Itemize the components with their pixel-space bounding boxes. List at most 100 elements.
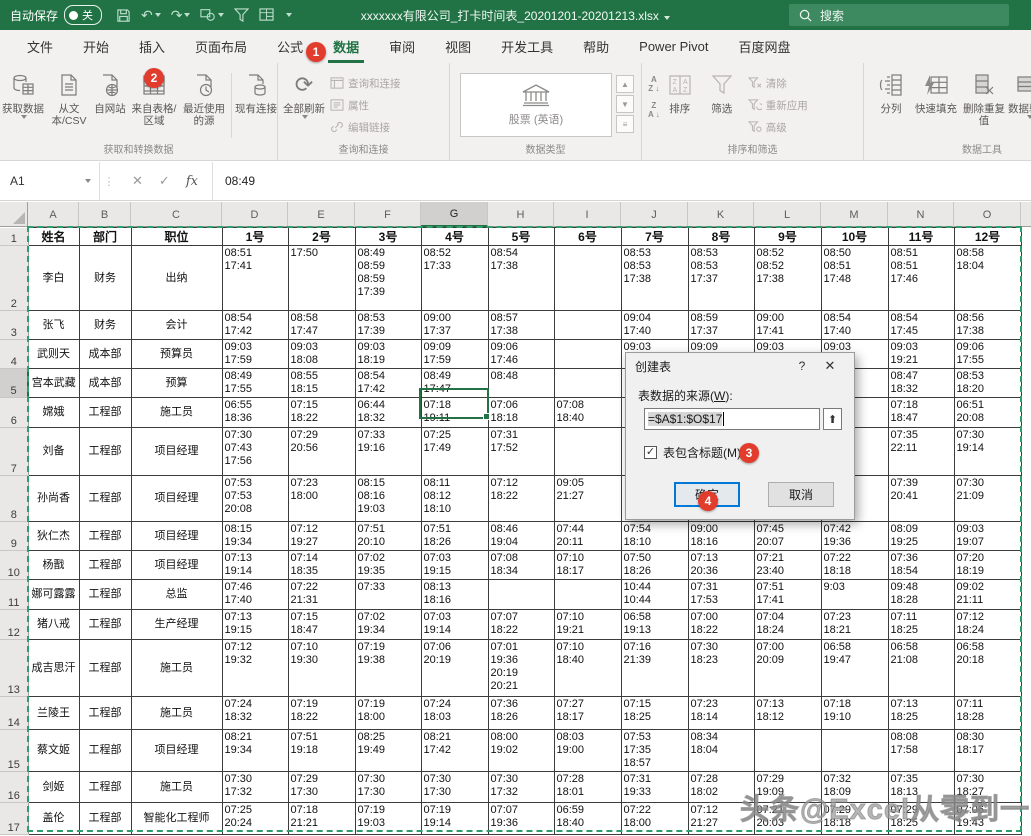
- cell-H4[interactable]: 09:0617:46: [488, 340, 554, 369]
- cell-G10[interactable]: 07:0319:15: [421, 551, 488, 580]
- cell-D7[interactable]: 07:3007:4317:56: [222, 428, 288, 476]
- row-header-5[interactable]: 5: [0, 369, 28, 398]
- column-header-O[interactable]: O: [954, 202, 1021, 227]
- close-icon[interactable]: ✕: [815, 358, 845, 374]
- column-header-L[interactable]: L: [754, 202, 821, 227]
- checkbox-checked-icon[interactable]: ✓: [644, 446, 657, 459]
- cell-F15[interactable]: 08:2519:49: [355, 730, 421, 772]
- search-input[interactable]: 搜索: [789, 4, 1009, 26]
- dept-cell-B13[interactable]: 工程部: [79, 640, 131, 697]
- header-cell-B1[interactable]: 部门: [79, 228, 131, 246]
- cell-K9[interactable]: 09:0018:16: [688, 522, 754, 551]
- cell-J2[interactable]: 08:5308:5317:38: [621, 246, 688, 311]
- name-cell-A17[interactable]: 盖伦: [28, 803, 79, 835]
- cell-N5[interactable]: 08:4718:32: [888, 369, 954, 398]
- filter-icon[interactable]: [234, 8, 249, 22]
- cell-J12[interactable]: 06:5819:13: [621, 610, 688, 640]
- from-table-range-button[interactable]: 来自表格/区域 2: [128, 67, 180, 127]
- column-header-G[interactable]: G: [421, 202, 488, 227]
- cell-K12[interactable]: 07:0018:22: [688, 610, 754, 640]
- row-header-8[interactable]: 8: [0, 476, 28, 522]
- cell-D9[interactable]: 08:1519:34: [222, 522, 288, 551]
- cell-G7[interactable]: 07:2517:49: [421, 428, 488, 476]
- cell-O6[interactable]: 06:5120:08: [954, 398, 1021, 428]
- cell-M17[interactable]: 07:2918:18: [821, 803, 888, 835]
- cell-H3[interactable]: 08:5717:38: [488, 311, 554, 340]
- cell-H11[interactable]: [488, 580, 554, 610]
- cell-E14[interactable]: 07:1918:22: [288, 697, 355, 730]
- cell-M9[interactable]: 07:4219:36: [821, 522, 888, 551]
- dept-cell-B8[interactable]: 工程部: [79, 476, 131, 522]
- queries-connections-button[interactable]: 查询和连接: [330, 73, 401, 93]
- name-cell-A10[interactable]: 杨戬: [28, 551, 79, 580]
- column-header-K[interactable]: K: [688, 202, 754, 227]
- name-box[interactable]: A1: [0, 162, 100, 200]
- cell-K15[interactable]: 08:3418:04: [688, 730, 754, 772]
- cell-F5[interactable]: 08:5417:42: [355, 369, 421, 398]
- cell-O17[interactable]: 07:0619:43: [954, 803, 1021, 835]
- cell-M15[interactable]: [821, 730, 888, 772]
- tab-data[interactable]: 数据: [318, 30, 374, 63]
- cell-N14[interactable]: 07:1318:25: [888, 697, 954, 730]
- header-cell-G1[interactable]: 4号: [421, 228, 488, 246]
- cancel-button[interactable]: 取消: [768, 482, 834, 507]
- cell-J9[interactable]: 07:5418:10: [621, 522, 688, 551]
- cell-D3[interactable]: 08:5417:42: [222, 311, 288, 340]
- cell-M12[interactable]: 07:2318:21: [821, 610, 888, 640]
- cell-M10[interactable]: 07:2218:18: [821, 551, 888, 580]
- cell-O8[interactable]: 07:3021:09: [954, 476, 1021, 522]
- role-cell-C10[interactable]: 项目经理: [131, 551, 222, 580]
- cell-G2[interactable]: 08:5217:33: [421, 246, 488, 311]
- cell-E13[interactable]: 07:1019:30: [288, 640, 355, 697]
- cell-F11[interactable]: 07:33: [355, 580, 421, 610]
- role-cell-C3[interactable]: 会计: [131, 311, 222, 340]
- cell-O12[interactable]: 07:1218:24: [954, 610, 1021, 640]
- name-cell-A5[interactable]: 宫本武藏: [28, 369, 79, 398]
- cell-E8[interactable]: 07:2318:00: [288, 476, 355, 522]
- dept-cell-B16[interactable]: 工程部: [79, 772, 131, 803]
- flash-fill-button[interactable]: 快速填充: [910, 67, 962, 115]
- role-cell-C11[interactable]: 总监: [131, 580, 222, 610]
- formula-bar-value[interactable]: 08:49: [213, 162, 255, 200]
- cell-O14[interactable]: 07:1118:28: [954, 697, 1021, 730]
- cell-I2[interactable]: [554, 246, 621, 311]
- from-text-csv-button[interactable]: 从文本/CSV: [46, 67, 92, 127]
- cell-O9[interactable]: 09:0319:07: [954, 522, 1021, 551]
- name-cell-A15[interactable]: 蔡文姬: [28, 730, 79, 772]
- cell-I6[interactable]: 07:0818:40: [554, 398, 621, 428]
- name-cell-A2[interactable]: 李白: [28, 246, 79, 311]
- cell-F12[interactable]: 07:0219:34: [355, 610, 421, 640]
- cell-O7[interactable]: 07:3019:14: [954, 428, 1021, 476]
- gallery-more-icon[interactable]: ≡: [616, 115, 634, 133]
- cell-J15[interactable]: 07:5317:3518:57: [621, 730, 688, 772]
- cell-D4[interactable]: 09:0317:59: [222, 340, 288, 369]
- tab-page-layout[interactable]: 页面布局: [180, 30, 262, 63]
- dept-cell-B11[interactable]: 工程部: [79, 580, 131, 610]
- help-icon[interactable]: ?: [789, 359, 815, 373]
- dept-cell-B10[interactable]: 工程部: [79, 551, 131, 580]
- cell-F14[interactable]: 07:1918:00: [355, 697, 421, 730]
- cell-D10[interactable]: 07:1319:14: [222, 551, 288, 580]
- cell-E3[interactable]: 08:5817:47: [288, 311, 355, 340]
- row-header-1[interactable]: 1: [0, 228, 28, 246]
- cell-G5[interactable]: 08:4917:47: [421, 369, 488, 398]
- row-header-13[interactable]: 13: [0, 640, 28, 697]
- cell-J10[interactable]: 07:5018:26: [621, 551, 688, 580]
- cell-F7[interactable]: 07:3319:16: [355, 428, 421, 476]
- cell-N11[interactable]: 09:4818:28: [888, 580, 954, 610]
- cell-N13[interactable]: 06:5821:08: [888, 640, 954, 697]
- cell-H15[interactable]: 08:0019:02: [488, 730, 554, 772]
- row-header-10[interactable]: 10: [0, 551, 28, 580]
- clear-filter-button[interactable]: 清除: [748, 73, 808, 93]
- cell-N16[interactable]: 07:3518:13: [888, 772, 954, 803]
- cell-I8[interactable]: 09:0521:27: [554, 476, 621, 522]
- role-cell-C15[interactable]: 项目经理: [131, 730, 222, 772]
- existing-connections-button[interactable]: 现有连接: [235, 67, 277, 115]
- cell-H9[interactable]: 08:4619:04: [488, 522, 554, 551]
- cell-M16[interactable]: 07:3218:09: [821, 772, 888, 803]
- cell-G15[interactable]: 08:2117:42: [421, 730, 488, 772]
- edit-links-button[interactable]: 编辑链接: [330, 117, 401, 137]
- header-cell-H1[interactable]: 5号: [488, 228, 554, 246]
- cell-D5[interactable]: 08:4917:55: [222, 369, 288, 398]
- cell-H14[interactable]: 07:3618:26: [488, 697, 554, 730]
